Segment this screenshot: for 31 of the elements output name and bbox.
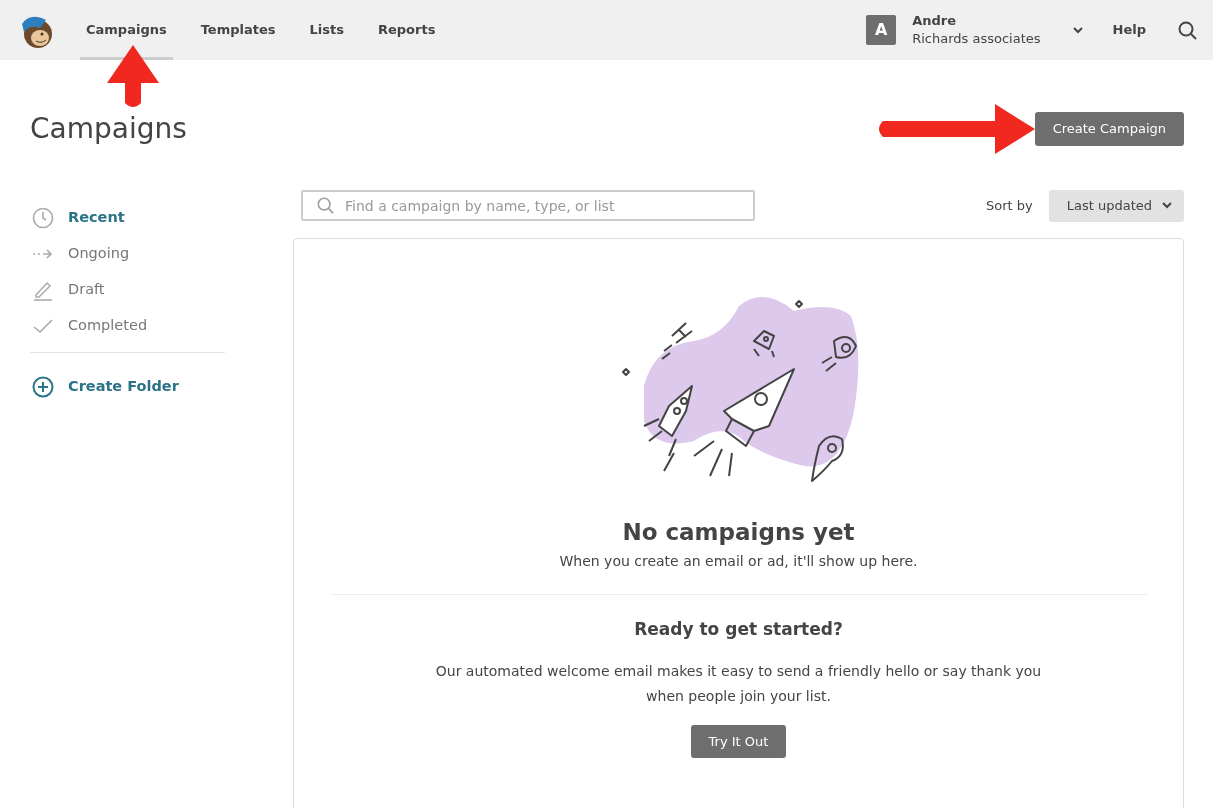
create-campaign-button[interactable]: Create Campaign xyxy=(1034,112,1184,146)
account-org: Richards associates xyxy=(912,30,1041,48)
avatar: A xyxy=(866,15,897,45)
nav-tab[interactable]: Templates xyxy=(194,0,282,60)
account-name: Andre xyxy=(912,12,958,30)
search-icon xyxy=(317,197,334,215)
empty-state-title: No campaigns yet xyxy=(622,517,855,547)
create-folder-link[interactable]: Create Folder xyxy=(30,368,225,405)
prompt-text: Our automated welcome email makes it easy to send a friendly hello or say thank you when people join your list. xyxy=(434,661,1043,706)
chevron-down-icon xyxy=(1162,202,1172,210)
nav-tab[interactable]: Reports xyxy=(371,0,442,60)
chevron-down-icon xyxy=(1072,26,1083,34)
nav-tab[interactable]: Lists xyxy=(303,0,350,60)
sort-label: Sort by xyxy=(986,196,1033,215)
search-field[interactable]: Find a campaign by name, type, or list xyxy=(301,190,755,222)
sidebar-item[interactable]: Draft xyxy=(30,271,225,308)
sort-dropdown[interactable]: Last updated xyxy=(1048,189,1184,222)
clock-icon xyxy=(32,206,54,229)
help-link[interactable]: Help xyxy=(1106,0,1152,60)
sidebar-item[interactable]: Ongoing xyxy=(30,235,225,272)
sidebar-item[interactable]: Completed xyxy=(30,307,225,344)
prompt-title: Ready to get started? xyxy=(634,618,843,642)
try-it-out-button[interactable]: Try It Out xyxy=(690,724,787,759)
page-title: Campaigns xyxy=(30,112,187,146)
dotted-arrow-icon xyxy=(32,247,54,260)
account-menu[interactable]: A Andre Richards associates xyxy=(866,12,1083,48)
checkmark-icon xyxy=(32,317,54,334)
empty-state-text: When you create an email or ad, it'll show up here. xyxy=(559,552,918,572)
search-icon[interactable] xyxy=(1178,20,1197,40)
plus-circle-icon xyxy=(32,375,54,398)
sidebar-item[interactable]: Recent xyxy=(30,199,225,236)
